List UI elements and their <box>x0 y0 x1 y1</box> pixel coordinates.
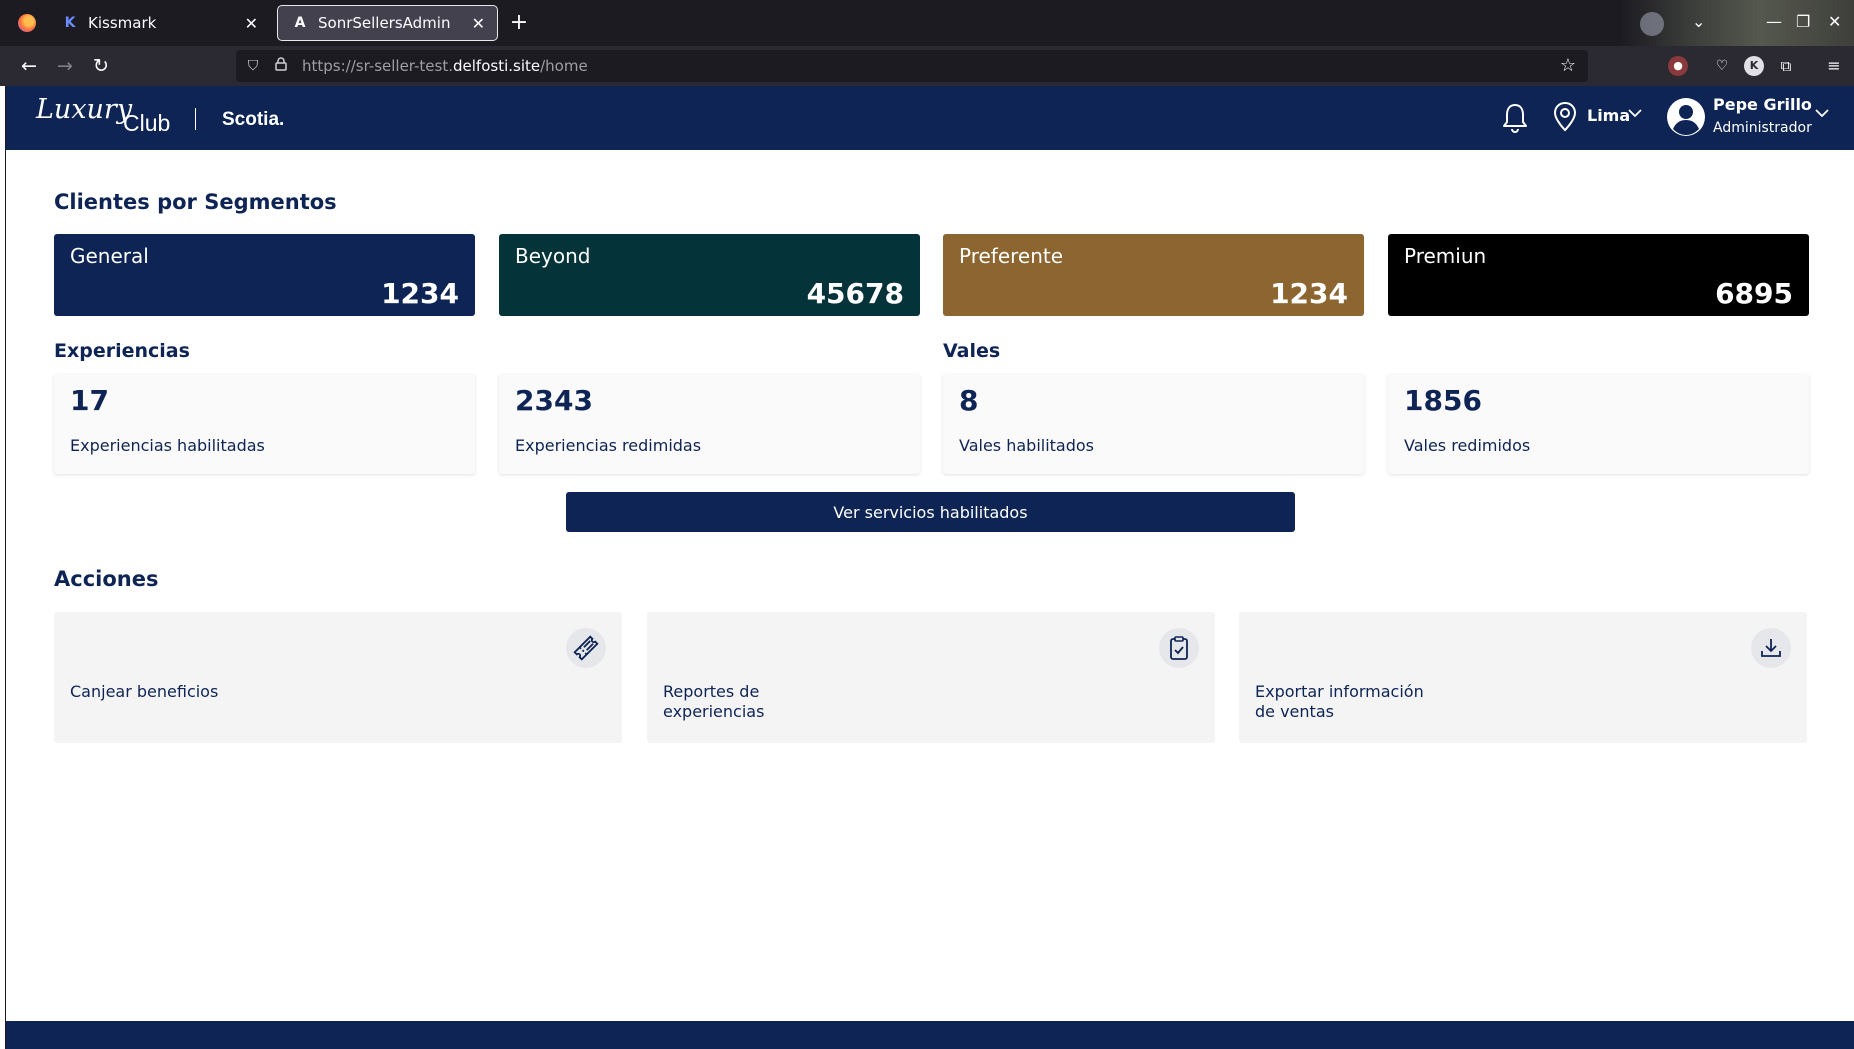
shield-icon[interactable]: ⛉ <box>242 58 264 74</box>
app-page: Luxury Club Scotia. Lima Pepe Grillo Adm… <box>5 86 1854 1049</box>
app-header: Luxury Club Scotia. Lima Pepe Grillo Adm… <box>6 86 1854 150</box>
pocket-icon[interactable]: ♡ <box>1712 56 1732 76</box>
segment-count: 1234 <box>1270 277 1348 310</box>
theme-background-image <box>1620 0 1854 46</box>
stat-value: 8 <box>959 384 979 417</box>
location-selector[interactable]: Lima <box>1587 106 1630 125</box>
clipboard-check-icon <box>1159 628 1199 668</box>
stat-value: 17 <box>70 384 109 417</box>
segment-card-premiun: Premiun 6895 <box>1388 234 1809 316</box>
action-label: Canjear beneficios <box>70 682 219 701</box>
stat-card-vales-habilitados: 8 Vales habilitados <box>943 374 1364 474</box>
close-window-icon[interactable]: ✕ <box>1828 12 1841 31</box>
toolbar-theme-area: ● ♡ K ⧉ ≡ <box>1652 46 1854 86</box>
browser-tab-kissmark[interactable]: K Kissmark ✕ <box>48 5 270 41</box>
angular-favicon-icon: A <box>294 15 306 31</box>
theme-moon-graphic <box>1640 12 1664 36</box>
close-tab-icon[interactable]: ✕ <box>472 14 485 33</box>
user-role: Administrador <box>1713 120 1812 136</box>
back-arrow-icon[interactable]: ← <box>17 54 41 78</box>
footer-band <box>6 1021 1854 1049</box>
club-logo-text[interactable]: Club <box>123 110 170 137</box>
segment-card-preferente: Preferente 1234 <box>943 234 1364 316</box>
stat-label: Vales redimidos <box>1404 436 1531 455</box>
vales-title: Vales <box>943 340 1001 362</box>
user-avatar-icon[interactable] <box>1666 97 1706 137</box>
restore-window-icon[interactable]: ❐ <box>1796 12 1810 31</box>
new-tab-button[interactable]: + <box>507 10 531 36</box>
action-label: Reportes de experiencias <box>663 682 765 721</box>
forward-arrow-icon[interactable]: → <box>53 54 77 78</box>
notification-bell-icon[interactable] <box>1500 102 1530 134</box>
segments-title: Clientes por Segmentos <box>54 190 337 214</box>
segment-count: 45678 <box>806 277 904 310</box>
stat-value: 1856 <box>1404 384 1482 417</box>
segment-count: 1234 <box>381 277 459 310</box>
scotia-logo[interactable]: Scotia. <box>222 109 284 131</box>
download-icon <box>1751 628 1791 668</box>
address-bar[interactable]: ⛉ https://sr-seller-test.delfosti.site/h… <box>236 50 1588 82</box>
user-name[interactable]: Pepe Grillo <box>1713 95 1812 114</box>
stat-card-vales-redimidos: 1856 Vales redimidos <box>1388 374 1809 474</box>
location-pin-icon[interactable] <box>1551 101 1579 133</box>
stat-card-experiencias-redimidas: 2343 Experiencias redimidas <box>499 374 920 474</box>
stat-value: 2343 <box>515 384 593 417</box>
reload-icon[interactable]: ↻ <box>89 54 113 78</box>
tab-title: SonrSellersAdmin <box>318 14 451 32</box>
action-card-exportar-ventas[interactable]: Exportar información de ventas <box>1239 612 1807 743</box>
app-menu-icon[interactable]: ≡ <box>1824 56 1844 76</box>
action-card-reportes-experiencias[interactable]: Reportes de experiencias <box>647 612 1215 743</box>
segment-name: Preferente <box>959 244 1064 268</box>
chevron-down-icon[interactable] <box>1815 108 1829 118</box>
stat-label: Vales habilitados <box>959 436 1095 455</box>
stat-label: Experiencias redimidas <box>515 436 702 455</box>
segment-card-general: General 1234 <box>54 234 475 316</box>
extension-avatar-icon[interactable]: ● <box>1668 56 1688 76</box>
firefox-logo-icon <box>18 14 36 32</box>
bookmark-star-icon[interactable]: ☆ <box>1560 55 1576 76</box>
segment-card-beyond: Beyond 45678 <box>499 234 920 316</box>
kissmark-favicon-icon: K <box>64 15 76 31</box>
account-k-icon[interactable]: K <box>1744 56 1764 76</box>
tab-list-chevron-icon[interactable]: ⌄ <box>1692 12 1705 31</box>
experiencias-title: Experiencias <box>54 340 190 362</box>
segment-name: General <box>70 244 149 268</box>
segment-name: Premiun <box>1404 244 1487 268</box>
logo-divider <box>195 108 196 130</box>
action-label: Exportar información de ventas <box>1255 682 1424 721</box>
luxury-logo-script[interactable]: Luxury <box>36 94 132 125</box>
tab-title: Kissmark <box>88 14 157 32</box>
view-enabled-services-button[interactable]: Ver servicios habilitados <box>566 492 1295 532</box>
browser-tab-sonrsellersadmin[interactable]: A SonrSellersAdmin ✕ <box>277 5 498 41</box>
browser-tab-bar: K Kissmark ✕ A SonrSellersAdmin ✕ + ⌄ — … <box>0 0 1854 46</box>
ticket-icon <box>566 628 606 668</box>
segment-count: 6895 <box>1715 277 1793 310</box>
stat-label: Experiencias habilitadas <box>70 436 265 455</box>
stat-card-experiencias-habilitadas: 17 Experiencias habilitadas <box>54 374 475 474</box>
chevron-down-icon[interactable] <box>1628 108 1642 118</box>
close-tab-icon[interactable]: ✕ <box>245 14 258 33</box>
segment-name: Beyond <box>515 244 591 268</box>
action-card-canjear-beneficios[interactable]: Canjear beneficios <box>54 612 622 743</box>
browser-nav-bar: ← → ↻ ⛉ https://sr-seller-test.delfosti.… <box>0 46 1854 86</box>
url-text[interactable]: https://sr-seller-test.delfosti.site/hom… <box>302 57 588 75</box>
lock-icon[interactable] <box>270 57 292 75</box>
actions-title: Acciones <box>54 567 159 591</box>
minimize-window-icon[interactable]: — <box>1766 12 1782 31</box>
extensions-puzzle-icon[interactable]: ⧉ <box>1776 56 1796 76</box>
